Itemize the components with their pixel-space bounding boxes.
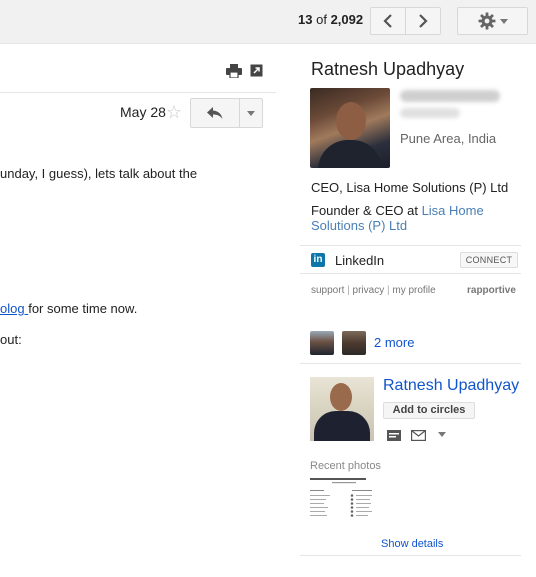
divider: [300, 363, 521, 364]
reply-group: [190, 98, 263, 128]
linkedin-icon: in: [311, 253, 325, 267]
reply-icon: [207, 107, 223, 119]
gear-icon: [478, 12, 495, 30]
divider: [300, 273, 521, 274]
print-icon[interactable]: [226, 64, 242, 78]
pagination-group: [370, 7, 441, 35]
mail-icon[interactable]: [411, 430, 426, 441]
counter-total: 2,092: [330, 12, 364, 27]
add-to-circles-button[interactable]: Add to circles: [383, 402, 475, 419]
message-pane: May 28 ☆ unday, I guess), lets talk abou…: [0, 44, 300, 577]
chevron-down-icon: [499, 18, 508, 24]
more-options-button[interactable]: [239, 99, 262, 127]
body-line-2-rest: for some time now.: [28, 301, 138, 316]
contact-location: Pune Area, India: [400, 131, 497, 146]
gplus-name-link[interactable]: Ratnesh Upadhyay: [383, 377, 523, 395]
body-line-2: olog for some time now.: [0, 301, 137, 316]
contact-job-title: CEO, Lisa Home Solutions (P) Ltd: [311, 180, 509, 195]
job2-prefix: Founder & CEO at: [311, 203, 422, 218]
more-people-link[interactable]: 2 more: [374, 335, 414, 350]
rapportive-brand[interactable]: rapportive: [467, 285, 516, 296]
people-thumbnail[interactable]: [342, 331, 366, 355]
connect-button[interactable]: CONNECT: [460, 252, 518, 268]
recent-photos-label: Recent photos: [310, 460, 381, 472]
chevron-down-icon: [247, 110, 255, 116]
counter-current: 13: [298, 12, 313, 27]
contact-job-2: Founder & CEO at Lisa Home Solutions (P)…: [311, 203, 511, 233]
popout-icon[interactable]: [250, 64, 263, 77]
message-date: May 28: [120, 104, 166, 120]
counter-of: of: [316, 12, 327, 27]
gplus-photo[interactable]: [310, 377, 374, 441]
body-link[interactable]: olog: [0, 301, 28, 316]
divider: [300, 245, 521, 246]
my-profile-link[interactable]: my profile: [392, 285, 435, 296]
toolbar: 13 of 2,092: [0, 0, 536, 44]
redacted-email: [400, 90, 500, 102]
chevron-down-icon[interactable]: [438, 432, 446, 437]
older-button[interactable]: [405, 8, 440, 34]
people-thumbnail[interactable]: [310, 331, 334, 355]
recent-photo-thumbnail[interactable]: [310, 476, 374, 528]
contact-sidebar: Ratnesh Upadhyay Pune Area, India CEO, L…: [300, 44, 536, 577]
reply-button[interactable]: [191, 99, 239, 127]
rapportive-footer-links: support | privacy | my profile: [311, 285, 436, 296]
privacy-link[interactable]: privacy: [353, 285, 385, 296]
chevron-right-icon: [419, 14, 428, 28]
star-icon[interactable]: ☆: [166, 102, 182, 122]
header-divider: [0, 92, 276, 93]
body-line-1: unday, I guess), lets talk about the: [0, 166, 198, 181]
contact-photo: [310, 88, 390, 168]
support-link[interactable]: support: [311, 285, 344, 296]
show-details-link[interactable]: Show details: [381, 538, 443, 550]
divider: [300, 555, 521, 556]
profile-card-icon[interactable]: [387, 430, 401, 441]
redacted-domain: [400, 108, 460, 118]
contact-name: Ratnesh Upadhyay: [311, 59, 465, 79]
settings-button[interactable]: [457, 7, 528, 35]
message-counter: 13 of 2,092: [298, 12, 363, 27]
linkedin-label[interactable]: LinkedIn: [335, 253, 384, 268]
body-line-3: out:: [0, 332, 22, 347]
newer-button[interactable]: [371, 8, 405, 34]
chevron-left-icon: [383, 14, 392, 28]
